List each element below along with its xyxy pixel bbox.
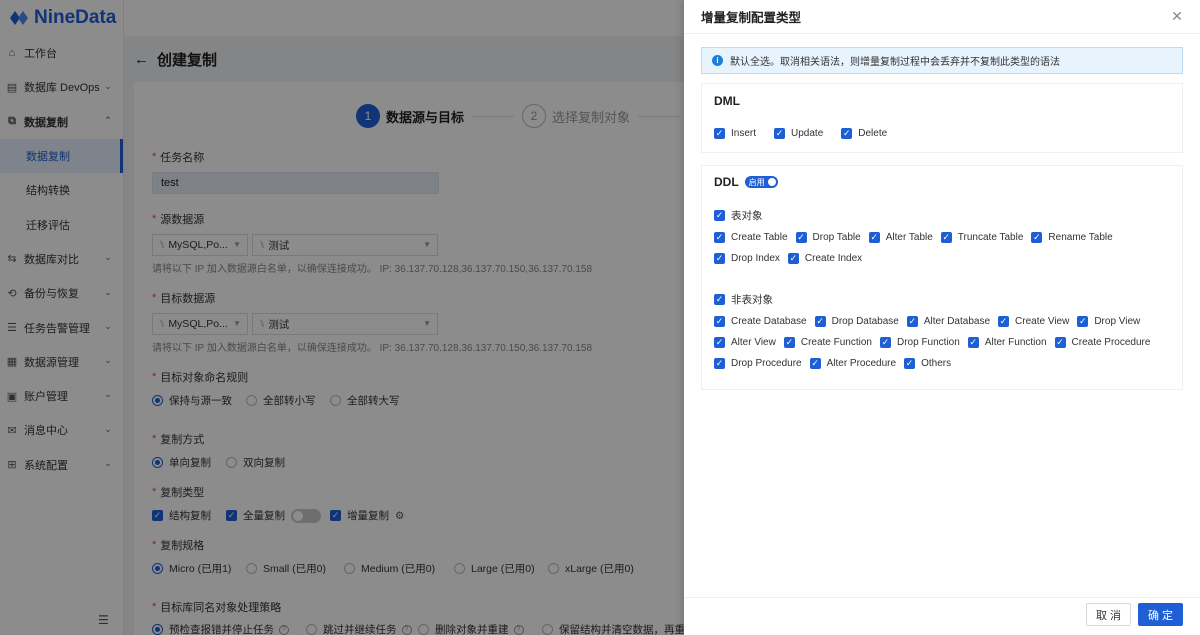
ddl-option-drop-procedure[interactable]: ✓ Drop Procedure xyxy=(714,358,802,369)
ddl-option-drop-function[interactable]: ✓ Drop Function xyxy=(880,337,960,348)
table-objects-row-1: ✓ Create Table ✓ Drop Table ✓ Alter Table ✓ Tru… xyxy=(714,232,1121,243)
checkbox-checked-icon: ✓ xyxy=(714,128,725,139)
ddl-option-drop-index[interactable]: ✓ Drop Index xyxy=(714,253,780,264)
ddl-option-drop-table[interactable]: ✓ Drop Table xyxy=(795,232,861,243)
ddl-option-alter-procedure[interactable]: ✓ Alter Procedure xyxy=(809,358,896,369)
dml-option-update[interactable]: ✓ Update xyxy=(774,128,823,139)
checkbox-checked-icon: ✓ xyxy=(795,232,807,243)
incremental-config-drawer: 增量复制配置类型 ✕ i 默认全选。取消相关语法，则增量复制过程中会丢弃并不复制… xyxy=(684,0,1200,635)
checkbox-checked-icon: ✓ xyxy=(809,358,821,369)
checkbox-checked-icon: ✓ xyxy=(868,232,880,243)
checkbox-checked-icon: ✓ xyxy=(714,358,725,369)
ok-button[interactable]: 确 定 xyxy=(1138,603,1183,626)
drawer-footer: 取 消 确 定 xyxy=(684,597,1200,635)
ddl-option-drop-view[interactable]: ✓ Drop View xyxy=(1077,316,1140,327)
ddl-title: DDL 启用 xyxy=(714,175,778,189)
ddl-option-create-function[interactable]: ✓ Create Function xyxy=(783,337,872,348)
ddl-option-others[interactable]: ✓ Others xyxy=(904,358,951,369)
ddl-option-alter-function[interactable]: ✓ Alter Function xyxy=(967,337,1047,348)
checkbox-checked-icon: ✓ xyxy=(1054,337,1066,348)
ddl-option-create-table[interactable]: ✓ Create Table xyxy=(714,232,788,243)
ddl-option-rename-table[interactable]: ✓ Rename Table xyxy=(1031,232,1113,243)
ddl-option-truncate-table[interactable]: ✓ Truncate Table xyxy=(940,232,1023,243)
checkbox-checked-icon: ✓ xyxy=(714,253,725,264)
ddl-option-alter-table[interactable]: ✓ Alter Table xyxy=(868,232,933,243)
ddl-enable-toggle[interactable]: 启用 xyxy=(744,176,778,188)
checkbox-checked-icon: ✓ xyxy=(841,128,853,139)
ddl-option-drop-database[interactable]: ✓ Drop Database xyxy=(814,316,899,327)
checkbox-checked-icon: ✓ xyxy=(783,337,795,348)
cancel-button[interactable]: 取 消 xyxy=(1086,603,1131,626)
checkbox-checked-icon: ✓ xyxy=(967,337,979,348)
info-icon: i xyxy=(712,55,723,66)
checkbox-checked-icon: ✓ xyxy=(787,253,799,264)
checkbox-checked-icon: ✓ xyxy=(1031,232,1043,243)
close-icon[interactable]: ✕ xyxy=(1170,9,1184,23)
checkbox-checked-icon: ✓ xyxy=(714,210,725,221)
alert-text: 默认全选。取消相关语法，则增量复制过程中会丢弃并不复制此类型的语法 xyxy=(730,57,1060,68)
checkbox-checked-icon: ✓ xyxy=(904,358,916,369)
drawer-title: 增量复制配置类型 xyxy=(701,11,802,25)
checkbox-checked-icon: ✓ xyxy=(714,294,725,305)
drawer-header: 增量复制配置类型 ✕ xyxy=(684,0,1200,34)
info-alert: i 默认全选。取消相关语法，则增量复制过程中会丢弃并不复制此类型的语法 xyxy=(701,47,1183,74)
non-table-objects-row-3: ✓ Drop Procedure ✓ Alter Procedure ✓ Others xyxy=(714,358,959,369)
checkbox-checked-icon: ✓ xyxy=(774,128,786,139)
checkbox-checked-icon: ✓ xyxy=(906,316,918,327)
non-table-objects-row-2: ✓ Alter View ✓ Create Function ✓ Drop Functio… xyxy=(714,337,1158,348)
ddl-title-text: DDL xyxy=(714,175,739,189)
non-table-objects-row-1: ✓ Create Database ✓ Drop Database ✓ Alter Dat… xyxy=(714,316,1148,327)
checkbox-checked-icon: ✓ xyxy=(814,316,826,327)
table-objects-row-2: ✓ Drop Index ✓ Create Index xyxy=(714,253,870,264)
ddl-option-create-procedure[interactable]: ✓ Create Procedure xyxy=(1054,337,1150,348)
non-table-objects-group[interactable]: ✓ 非表对象 xyxy=(714,292,773,307)
dml-options: ✓ Insert ✓ Update ✓ Delete xyxy=(714,128,895,139)
ddl-option-alter-database[interactable]: ✓ Alter Database xyxy=(906,316,990,327)
dml-section: DML ✓ Insert ✓ Update ✓ Delete xyxy=(701,83,1183,153)
table-objects-group[interactable]: ✓ 表对象 xyxy=(714,208,763,223)
dml-title: DML xyxy=(714,94,740,108)
checkbox-checked-icon: ✓ xyxy=(940,232,952,243)
checkbox-checked-icon: ✓ xyxy=(714,316,725,327)
ddl-section: DDL 启用 ✓ 表对象 ✓ Create Table ✓ Drop Table ✓ Alt… xyxy=(701,165,1183,390)
dml-option-insert[interactable]: ✓ Insert xyxy=(714,128,756,139)
checkbox-checked-icon: ✓ xyxy=(714,232,725,243)
ddl-option-create-view[interactable]: ✓ Create View xyxy=(998,316,1069,327)
ddl-option-create-index[interactable]: ✓ Create Index xyxy=(787,253,862,264)
checkbox-checked-icon: ✓ xyxy=(880,337,891,348)
dml-option-delete[interactable]: ✓ Delete xyxy=(841,128,887,139)
ddl-option-alter-view[interactable]: ✓ Alter View xyxy=(714,337,776,348)
checkbox-checked-icon: ✓ xyxy=(998,316,1010,327)
checkbox-checked-icon: ✓ xyxy=(714,337,725,348)
ddl-option-create-database[interactable]: ✓ Create Database xyxy=(714,316,807,327)
checkbox-checked-icon: ✓ xyxy=(1077,316,1089,327)
